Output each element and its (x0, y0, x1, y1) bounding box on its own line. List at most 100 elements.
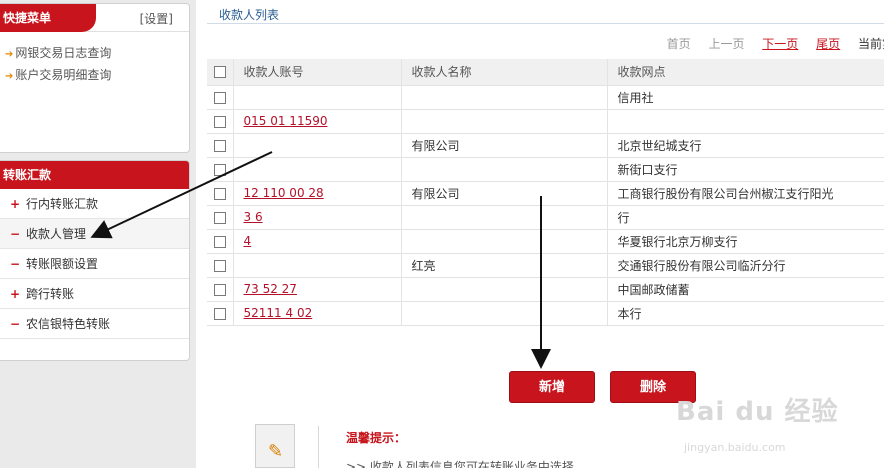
table-row: 信用社 (207, 85, 884, 110)
branch-cell: 行 (607, 205, 884, 230)
sidebar-item-payee-management[interactable]: − 收款人管理 (0, 219, 189, 249)
row-checkbox[interactable] (213, 163, 226, 176)
quick-menu-panel: 快捷菜单 [设置] ➔ 网银交易日志查询 ➔ 账户交易明细查询 (0, 3, 190, 153)
account-cell (233, 157, 402, 182)
breadcrumb: 收款人列表 (207, 0, 884, 24)
table-row: 73 52 27 中国邮政储蓄 (207, 277, 884, 302)
row-checkbox[interactable] (213, 259, 226, 272)
table-header-row: 收款人账号 收款人名称 收款网点 (207, 59, 884, 86)
sidebar-item-intra-transfer[interactable]: + 行内转账汇款 (0, 189, 189, 219)
row-checkbox-cell (207, 229, 234, 254)
name-cell (401, 85, 608, 110)
table-row: 015 01 11590 (207, 109, 884, 134)
pager-last[interactable]: 尾页 (816, 37, 840, 51)
branch-cell: 信用社 (607, 85, 884, 110)
row-checkbox[interactable] (213, 139, 226, 152)
table-row: 新街口支行 (207, 157, 884, 182)
sidebar-item-label: 农信银特色转账 (26, 317, 111, 331)
pager-prev[interactable]: 上一页 (708, 37, 744, 51)
branch-cell: 本行 (607, 301, 884, 326)
row-checkbox[interactable] (213, 91, 226, 104)
pager-current: 当前第 (857, 37, 884, 51)
branch-cell: 交通银行股份有限公司临沂分行 (607, 253, 884, 278)
row-checkbox-cell (207, 205, 234, 230)
row-checkbox[interactable] (213, 115, 226, 128)
account-link[interactable]: 12 110 00 28 (244, 186, 324, 200)
pager-first[interactable]: 首页 (667, 37, 691, 51)
sidebar-item-limit-settings[interactable]: − 转账限额设置 (0, 249, 189, 279)
row-checkbox[interactable] (213, 235, 226, 248)
branch-cell: 华夏银行北京万柳支行 (607, 229, 884, 254)
quick-item-label: 网银交易日志查询 (15, 46, 112, 60)
baidu-jingyan-watermark: Bai du 经验 (676, 397, 839, 427)
account-link[interactable]: 73 52 27 (244, 282, 297, 296)
table-row: 有限公司 北京世纪城支行 (207, 133, 884, 158)
table-row: 12 110 00 28 有限公司 工商银行股份有限公司台州椒江支行阳光 (207, 181, 884, 206)
pagination: 首页 上一页 下一页 尾页 当前第 (653, 35, 884, 52)
name-cell (401, 109, 608, 134)
row-checkbox-cell (207, 85, 234, 110)
name-cell (401, 301, 608, 326)
settings-link[interactable]: [设置] (140, 10, 173, 27)
sidebar-item-interbank-transfer[interactable]: + 跨行转账 (0, 279, 189, 309)
row-checkbox-cell (207, 253, 234, 278)
select-all-checkbox[interactable] (213, 66, 226, 79)
account-cell (233, 253, 402, 278)
row-checkbox[interactable] (213, 187, 226, 200)
left-sidebar: 快捷菜单 [设置] ➔ 网银交易日志查询 ➔ 账户交易明细查询 转账汇款 + 行内转账… (0, 0, 196, 468)
name-cell (401, 229, 608, 254)
row-checkbox[interactable] (213, 307, 226, 320)
account-link[interactable]: 3 6 (244, 210, 263, 224)
table-row: 红亮 交通银行股份有限公司临沂分行 (207, 253, 884, 278)
expand-icon: + (10, 287, 21, 301)
payee-table: 收款人账号 收款人名称 收款网点 信用社 015 01 11590 有限公司 北… (207, 59, 884, 326)
account-link[interactable]: 015 01 11590 (244, 114, 328, 128)
row-checkbox-cell (207, 301, 234, 326)
header-name: 收款人名称 (401, 59, 608, 86)
pencil-icon: ✎ (268, 441, 284, 462)
transfer-menu-panel: 转账汇款 + 行内转账汇款 − 收款人管理 − 转账限额设置 + 跨行转账 − 农信银特色… (0, 160, 190, 361)
quick-menu-list: ➔ 网银交易日志查询 ➔ 账户交易明细查询 (0, 32, 189, 86)
sidebar-item-label: 转账限额设置 (26, 257, 99, 271)
branch-cell: 中国邮政储蓄 (607, 277, 884, 302)
page-title: 收款人列表 (219, 8, 280, 22)
row-checkbox[interactable] (213, 283, 226, 296)
quick-item-label: 账户交易明细查询 (15, 68, 112, 82)
collapse-icon: − (10, 257, 21, 271)
add-payee-button[interactable]: 新增 (509, 371, 595, 403)
branch-cell: 新街口支行 (607, 157, 884, 182)
transfer-menu-title: 转账汇款 (0, 161, 189, 189)
account-cell (233, 85, 402, 110)
name-cell (401, 157, 608, 182)
header-branch: 收款网点 (607, 59, 884, 86)
arrow-right-icon: ➔ (5, 71, 14, 82)
sidebar-item-rural-credit-transfer[interactable]: − 农信银特色转账 (0, 309, 189, 339)
name-cell: 红亮 (401, 253, 608, 278)
account-cell: 3 6 (233, 205, 402, 230)
table-row: 52111 4 02 本行 (207, 301, 884, 326)
arrow-right-icon: ➔ (5, 49, 14, 60)
sidebar-item-label: 收款人管理 (26, 227, 87, 241)
tip-title: 温馨提示： (346, 431, 407, 445)
account-cell: 12 110 00 28 (233, 181, 402, 206)
row-checkbox-cell (207, 157, 234, 182)
transfer-menu-header: 转账汇款 (0, 161, 189, 189)
account-link[interactable]: 52111 4 02 (244, 306, 313, 320)
name-cell: 有限公司 (401, 133, 608, 158)
quick-item-detail-query[interactable]: ➔ 账户交易明细查询 (0, 64, 189, 86)
tip-text: >> 收款人列表信息您可在转账业务中选择。 (346, 460, 586, 468)
tip-divider (318, 426, 319, 468)
row-checkbox[interactable] (213, 211, 226, 224)
account-cell: 015 01 11590 (233, 109, 402, 134)
row-checkbox-cell (207, 133, 234, 158)
pager-next[interactable]: 下一页 (762, 37, 798, 51)
account-cell: 73 52 27 (233, 277, 402, 302)
branch-cell: 工商银行股份有限公司台州椒江支行阳光 (607, 181, 884, 206)
account-link[interactable]: 4 (244, 234, 252, 248)
row-checkbox-cell (207, 277, 234, 302)
quick-item-log-query[interactable]: ➔ 网银交易日志查询 (0, 42, 189, 64)
name-cell: 有限公司 (401, 181, 608, 206)
collapse-icon: − (10, 317, 21, 331)
header-checkbox-cell (207, 59, 234, 86)
notepad-icon: ✎ (255, 424, 295, 468)
